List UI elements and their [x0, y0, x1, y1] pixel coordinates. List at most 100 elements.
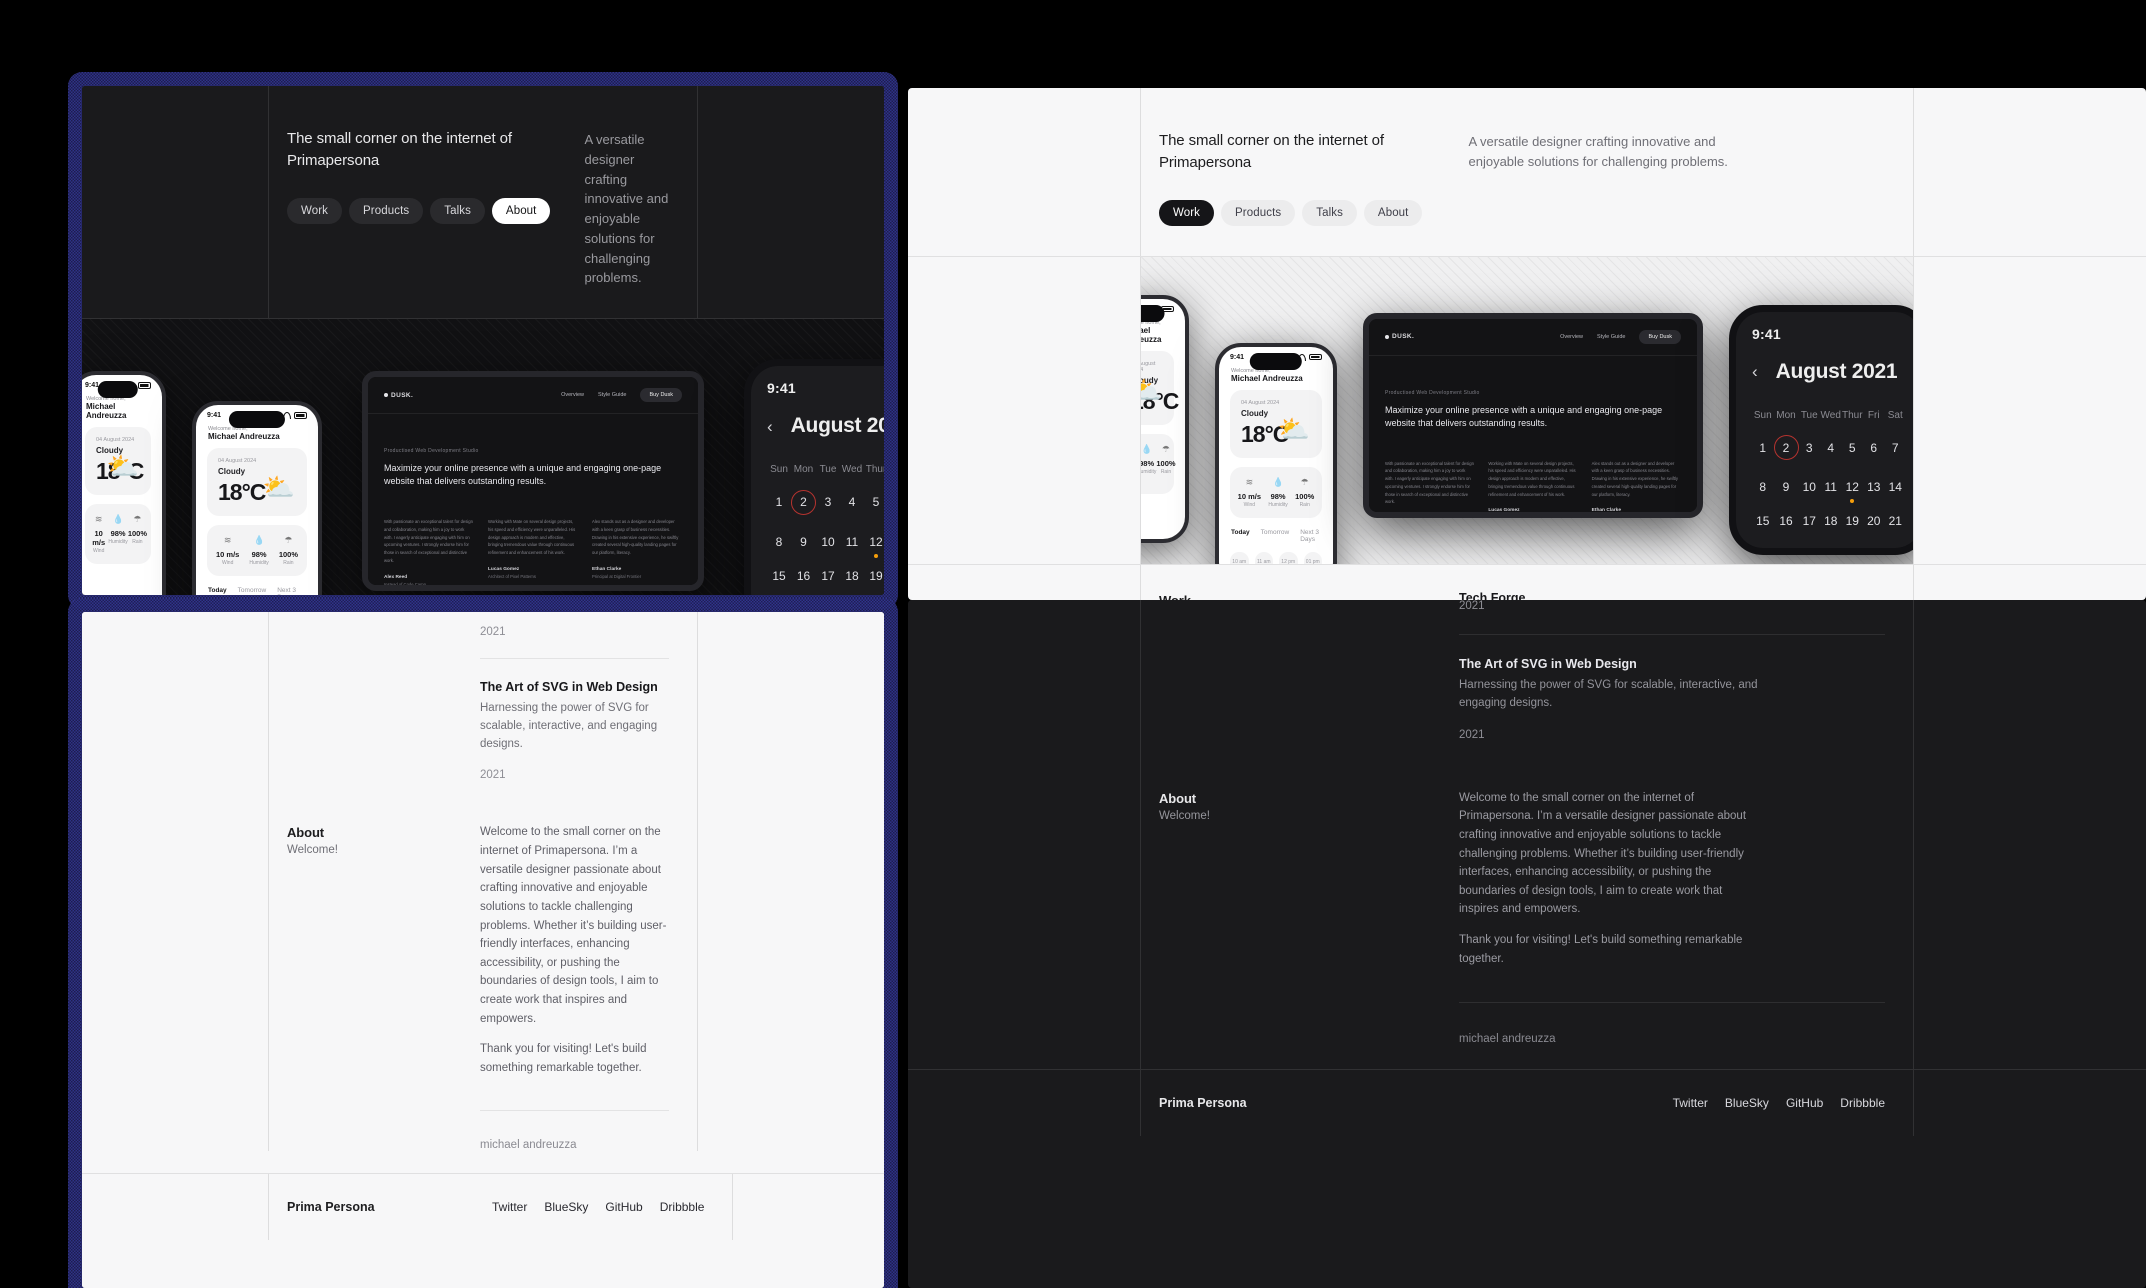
tab-next-3-days[interactable]: Next 3 Days — [1300, 529, 1321, 543]
partly-cloudy-icon: ⛅ — [1141, 377, 1162, 403]
dusk-buy-button[interactable]: Buy Dusk — [1639, 329, 1681, 344]
nav-pill-products[interactable]: Products — [349, 197, 424, 224]
chevron-left-icon[interactable]: ‹ — [1752, 363, 1758, 380]
footer-link-bluesky[interactable]: BlueSky — [544, 1200, 588, 1214]
calendar-day-12[interactable]: 12 — [1842, 480, 1864, 503]
calendar-day-10[interactable]: 10 — [816, 535, 840, 549]
footer-link-twitter[interactable]: Twitter — [492, 1200, 527, 1214]
phone-notch — [97, 381, 139, 398]
nav-pill-products[interactable]: Products — [1221, 199, 1296, 226]
calendar-day-16[interactable]: 16 — [1774, 514, 1799, 528]
calendar-screen: 9:41 ‹ August 2021 SunMonTueWedThurFriSa… — [751, 366, 884, 595]
calendar-day-number: 2 — [791, 489, 816, 515]
dusk-navbar: DUSK. Overview Style Guide Buy Dusk — [1369, 319, 1697, 356]
calendar-day-1[interactable]: 1 — [1752, 441, 1774, 461]
dusk-link-style-guide[interactable]: Style Guide — [1597, 334, 1625, 340]
dusk-buy-button[interactable]: Buy Dusk — [640, 388, 682, 402]
footer-section-dark: Prima Persona Twitter BlueSky GitHub Dri… — [908, 1069, 2146, 1137]
calendar-day-11[interactable]: 11 — [840, 535, 864, 549]
footer-link-twitter[interactable]: Twitter — [1673, 1096, 1708, 1110]
calendar-day-18[interactable]: 18 — [840, 569, 864, 583]
dusk-link-overview[interactable]: Overview — [561, 392, 584, 398]
calendar-day-4[interactable]: 4 — [840, 495, 864, 515]
footer-link-dribbble[interactable]: Dribbble — [660, 1200, 705, 1214]
calendar-day-number: 17 — [821, 568, 835, 583]
footer-link-github[interactable]: GitHub — [1786, 1096, 1823, 1110]
calendar-day-23[interactable]: 23 — [1774, 548, 1799, 555]
calendar-day-14[interactable]: 14 — [1885, 480, 1907, 494]
calendar-day-9[interactable]: 9 — [791, 535, 816, 549]
calendar-day-16[interactable]: 16 — [791, 569, 816, 583]
calendar-day-4[interactable]: 4 — [1820, 441, 1842, 461]
calendar-day-number: 12 — [1845, 480, 1859, 494]
footer-content: Prima Persona Twitter BlueSky GitHub Dri… — [1140, 1070, 1914, 1137]
about-content: About Welcome! Welcome to the small corn… — [268, 781, 698, 1151]
calendar-day-7[interactable]: 7 — [1885, 441, 1907, 461]
calendar-day-15[interactable]: 15 — [1752, 514, 1774, 528]
humidity-icon: 💧 — [1141, 443, 1153, 454]
calendar-day-17[interactable]: 17 — [1799, 514, 1821, 528]
calendar-day-21[interactable]: 21 — [1885, 514, 1907, 528]
about-title: About — [1159, 790, 1197, 806]
calendar-day-25[interactable]: 25 — [1820, 548, 1842, 555]
calendar-day-2[interactable]: 2 — [791, 489, 816, 515]
testimonial-role: Principal at Digital Frontier — [592, 573, 642, 579]
dusk-nav-links: Overview Style Guide Buy Dusk — [561, 388, 682, 402]
calendar-day-number: 1 — [1759, 440, 1767, 455]
calendar-day-1[interactable]: 1 — [767, 495, 791, 515]
chevron-left-icon[interactable]: ‹ — [767, 418, 773, 435]
nav-pill-about[interactable]: About — [491, 197, 551, 224]
calendar-day-22[interactable]: 22 — [1752, 548, 1774, 555]
about-subtitle: Welcome! — [287, 844, 338, 857]
nav-pill-talks[interactable]: Talks — [1302, 199, 1357, 226]
calendar-day-28[interactable]: 28 — [1885, 548, 1907, 555]
nav-pill-work[interactable]: Work — [1159, 199, 1215, 226]
footer-link-bluesky[interactable]: BlueSky — [1725, 1096, 1769, 1110]
device-mock-phone-weather: 9:41 Welcome home, Michael Andreuzza 04 … — [192, 401, 322, 595]
calendar-day-6[interactable]: 6 — [1863, 441, 1885, 461]
calendar-day-9[interactable]: 9 — [1774, 480, 1799, 494]
calendar-day-20[interactable]: 20 — [1863, 514, 1885, 528]
tab-today[interactable]: Today — [1231, 529, 1250, 543]
nav-pill-work[interactable]: Work — [287, 197, 343, 224]
dusk-link-overview[interactable]: Overview — [1560, 334, 1583, 340]
calendar-day-2[interactable]: 2 — [1773, 435, 1799, 460]
calendar-day-26[interactable]: 26 — [1842, 548, 1864, 555]
dusk-link-style-guide[interactable]: Style Guide — [598, 392, 626, 398]
nav-pill-talks[interactable]: Talks — [430, 197, 485, 224]
calendar-day-10[interactable]: 10 — [1799, 480, 1821, 494]
calendar-day-12[interactable]: 12 — [864, 535, 884, 558]
footer-brand: Prima Persona — [1159, 1096, 1247, 1111]
calendar-day-5[interactable]: 5 — [1842, 441, 1864, 461]
calendar-day-18[interactable]: 18 — [1820, 514, 1842, 528]
user-name: Michael Andreuzza — [1231, 373, 1303, 383]
calendar-day-13[interactable]: 13 — [1863, 480, 1885, 494]
tab-tomorrow[interactable]: Tomorrow — [1261, 529, 1290, 543]
calendar-day-8[interactable]: 8 — [767, 535, 791, 549]
device-mock-laptop-dusk: DUSK. Overview Style Guide Buy Dusk Prod… — [1363, 312, 1703, 518]
footer-brand: Prima Persona — [287, 1199, 375, 1214]
calendar-day-8[interactable]: 8 — [1752, 480, 1774, 494]
calendar-day-19[interactable]: 19 — [864, 569, 884, 583]
calendar-day-15[interactable]: 15 — [767, 569, 791, 583]
footer-gutter-left — [82, 1174, 268, 1240]
partly-cloudy-icon: ⛅ — [1277, 413, 1310, 444]
calendar-day-17[interactable]: 17 — [816, 569, 840, 583]
calendar-dow-mon: Mon — [1776, 409, 1796, 421]
dusk-site-screen: DUSK. Overview Style Guide Buy Dusk Prod… — [1369, 318, 1697, 512]
forecast-tabs[interactable]: Today Tomorrow Next 3 Days — [1219, 518, 1333, 543]
calendar-day-24[interactable]: 24 — [1799, 548, 1821, 555]
calendar-day-5[interactable]: 5 — [864, 495, 884, 515]
weather-stats: ≋ 10 m/s Wind 💧 98% Humidity — [207, 525, 307, 576]
calendar-day-19[interactable]: 19 — [1842, 514, 1864, 528]
calendar-day-27[interactable]: 27 — [1863, 548, 1885, 555]
work-title: Work — [1159, 592, 1191, 601]
footer-link-github[interactable]: GitHub — [605, 1200, 642, 1214]
calendar-day-11[interactable]: 11 — [1820, 480, 1842, 494]
calendar-day-3[interactable]: 3 — [816, 495, 840, 515]
calendar-day-3[interactable]: 3 — [1799, 441, 1821, 461]
testimonial: Alex stands out as a designer and develo… — [1592, 460, 1681, 512]
hour-time: 11 am — [1256, 558, 1271, 564]
footer-link-dribbble[interactable]: Dribbble — [1840, 1096, 1885, 1110]
nav-pill-about[interactable]: About — [1363, 199, 1423, 226]
